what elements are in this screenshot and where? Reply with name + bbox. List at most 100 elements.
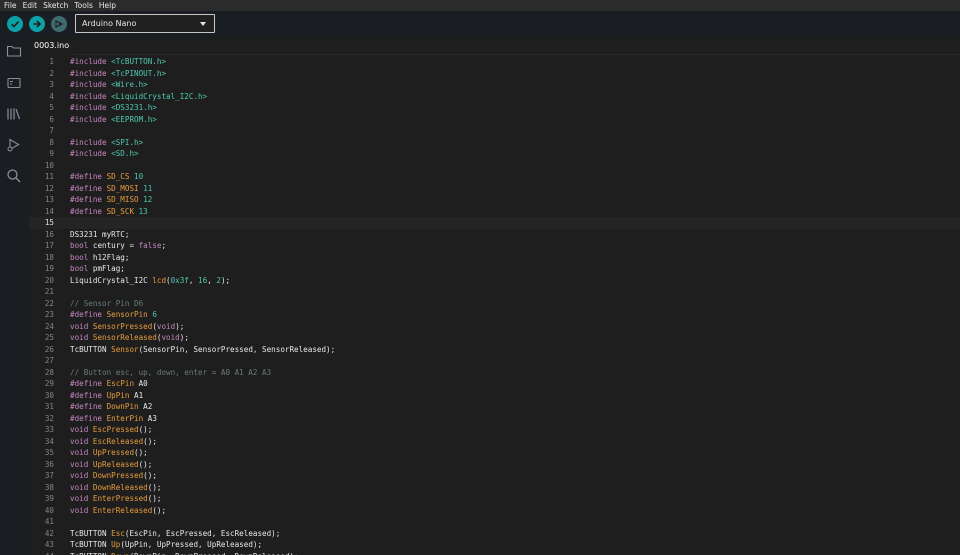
code-token: #include <box>70 149 107 158</box>
code-editor[interactable]: 1 #include <TcBUTTON.h> 2 #include <TcPINOU… <box>29 55 960 555</box>
code-token: ); <box>220 275 231 285</box>
debug-button[interactable] <box>51 16 67 32</box>
code-line[interactable]: 24 void SensorPressed(void); <box>29 321 960 333</box>
code-line[interactable]: 16 DS3231 myRTC; <box>29 229 960 241</box>
code-text: #include <SD.h> <box>70 148 139 160</box>
code-line[interactable]: 8 #include <SPI.h> <box>29 137 960 149</box>
search-icon[interactable] <box>6 168 22 184</box>
code-line[interactable]: 38 void DownReleased(); <box>29 482 960 494</box>
code-line[interactable]: 5 #include <DS3231.h> <box>29 102 960 114</box>
code-line[interactable]: 4 #include <LiquidCrystal_I2C.h> <box>29 91 960 103</box>
code-token: #define <box>70 172 103 181</box>
code-line[interactable]: 36 void UpReleased(); <box>29 459 960 471</box>
code-token: #include <box>70 91 107 101</box>
code-line[interactable]: 33 void EscPressed(); <box>29 424 960 436</box>
code-line[interactable]: 25 void SensorReleased(void); <box>29 332 960 344</box>
code-token: #define <box>70 402 103 411</box>
code-line[interactable]: 20 LiquidCrystal_I2C lcd(0x3f, 16, 2); <box>29 275 960 287</box>
code-line[interactable]: 2 #include <TcPINOUT.h> <box>29 68 960 80</box>
code-token: Down <box>111 552 129 555</box>
menu-tools[interactable]: Tools <box>70 0 94 11</box>
code-line[interactable]: 7 <box>29 125 960 137</box>
line-number: 22 <box>44 298 54 308</box>
board-selector[interactable]: Arduino Nano <box>75 14 215 33</box>
line-number: 3 <box>49 80 54 89</box>
code-line[interactable]: 9 #include <SD.h> <box>29 148 960 160</box>
code-line[interactable]: 37 void DownPressed(); <box>29 470 960 482</box>
menu-file[interactable]: File <box>0 0 19 11</box>
code-line[interactable]: 13 #define SD_MISO 12 <box>29 194 960 206</box>
code-line[interactable]: 39 void EnterPressed(); <box>29 493 960 505</box>
code-token: SD_MISO <box>106 195 139 204</box>
folder-icon[interactable] <box>6 43 22 59</box>
code-line[interactable]: 10 <box>29 160 960 172</box>
code-token: A1 <box>129 390 144 400</box>
code-token: 10 <box>134 172 144 181</box>
code-line[interactable]: 44 TcBUTTON Down(DownPin, DownPressed, Do… <box>29 551 960 555</box>
code-line[interactable]: 43 TcBUTTON Up(UpPin, UpPressed, UpReleas… <box>29 539 960 551</box>
debug-icon[interactable] <box>6 137 22 153</box>
menu-edit[interactable]: Edit <box>19 0 40 11</box>
code-line[interactable]: 17 bool century = false; <box>29 240 960 252</box>
code-token: 11 <box>143 183 153 193</box>
code-line[interactable]: 28 // Button esc, up, down, enter = A0 A1… <box>29 367 960 379</box>
line-number: 42 <box>44 528 54 538</box>
upload-button[interactable] <box>29 16 45 32</box>
sidebar <box>0 37 29 555</box>
code-token: UpReleased <box>92 459 139 469</box>
code-token: A3 <box>143 413 157 423</box>
code-line[interactable]: 35 void UpPressed(); <box>29 447 960 459</box>
code-token: bool <box>70 252 89 262</box>
code-token: <LiquidCrystal_I2C.h> <box>111 91 208 101</box>
code-line[interactable]: 3 #include <Wire.h> <box>29 79 960 91</box>
line-number: 1 <box>49 57 54 66</box>
code-token: void <box>70 459 89 469</box>
verify-button[interactable] <box>7 16 23 32</box>
code-line[interactable]: 26 TcBUTTON Sensor(SensorPin, SensorPress… <box>29 344 960 356</box>
code-line[interactable]: 14 #define SD_SCK 13 <box>29 206 960 218</box>
code-line[interactable]: 42 TcBUTTON Esc(EscPin, EscPressed, EscRe… <box>29 528 960 540</box>
code-line[interactable]: 23 #define SensorPin 6 <box>29 309 960 321</box>
code-line[interactable]: 22 // Sensor Pin D6 <box>29 298 960 310</box>
code-token: 12 <box>143 195 153 204</box>
code-line[interactable]: 41 <box>29 516 960 528</box>
code-token: DownPressed <box>92 471 144 480</box>
library-icon[interactable] <box>6 106 22 122</box>
menu-help[interactable]: Help <box>95 0 118 11</box>
line-number: 43 <box>44 540 54 549</box>
code-line[interactable]: 21 <box>29 286 960 298</box>
code-line[interactable]: 40 void EnterReleased(); <box>29 505 960 517</box>
code-token: <DS3231.h> <box>111 103 157 112</box>
code-line[interactable]: 18 bool h12Flag; <box>29 252 960 264</box>
code-token: bool <box>70 241 89 250</box>
line-number: 23 <box>44 310 54 319</box>
code-line[interactable]: 31 #define DownPin A2 <box>29 401 960 413</box>
code-line[interactable]: 1 #include <TcBUTTON.h> <box>29 56 960 68</box>
code-token: DS3231 myRTC; <box>70 229 130 239</box>
menu-sketch[interactable]: Sketch <box>39 0 70 11</box>
code-line[interactable]: 27 <box>29 355 960 367</box>
code-line[interactable]: 30 #define UpPin A1 <box>29 390 960 402</box>
code-token: 13 <box>138 206 148 216</box>
code-line[interactable]: 15 <box>29 217 960 229</box>
code-token: ); <box>175 321 185 331</box>
code-token: #define <box>70 413 103 423</box>
board-icon[interactable] <box>6 75 22 91</box>
code-token: <TcPINOUT.h> <box>111 68 167 78</box>
code-token: #define <box>70 310 103 319</box>
line-number: 17 <box>44 241 54 250</box>
code-line[interactable]: 6 #include <EEPROM.h> <box>29 114 960 126</box>
line-number: 35 <box>44 448 54 457</box>
line-number: 41 <box>44 517 54 526</box>
code-line[interactable]: 19 bool pmFlag; <box>29 263 960 275</box>
code-text: #define EscPin A0 <box>70 378 148 390</box>
code-line[interactable]: 29 #define EscPin A0 <box>29 378 960 390</box>
code-line[interactable]: 34 void EscReleased(); <box>29 436 960 448</box>
code-token: #include <box>70 68 107 78</box>
code-line[interactable]: 11 #define SD_CS 10 <box>29 171 960 183</box>
code-line[interactable]: 32 #define EnterPin A3 <box>29 413 960 425</box>
menu-bar: File Edit Sketch Tools Help <box>0 0 960 11</box>
code-line[interactable]: 12 #define SD_MOSI 11 <box>29 183 960 195</box>
code-token: SensorPressed <box>92 321 153 331</box>
tab-0003-ino[interactable]: 0003.ino <box>29 37 75 55</box>
